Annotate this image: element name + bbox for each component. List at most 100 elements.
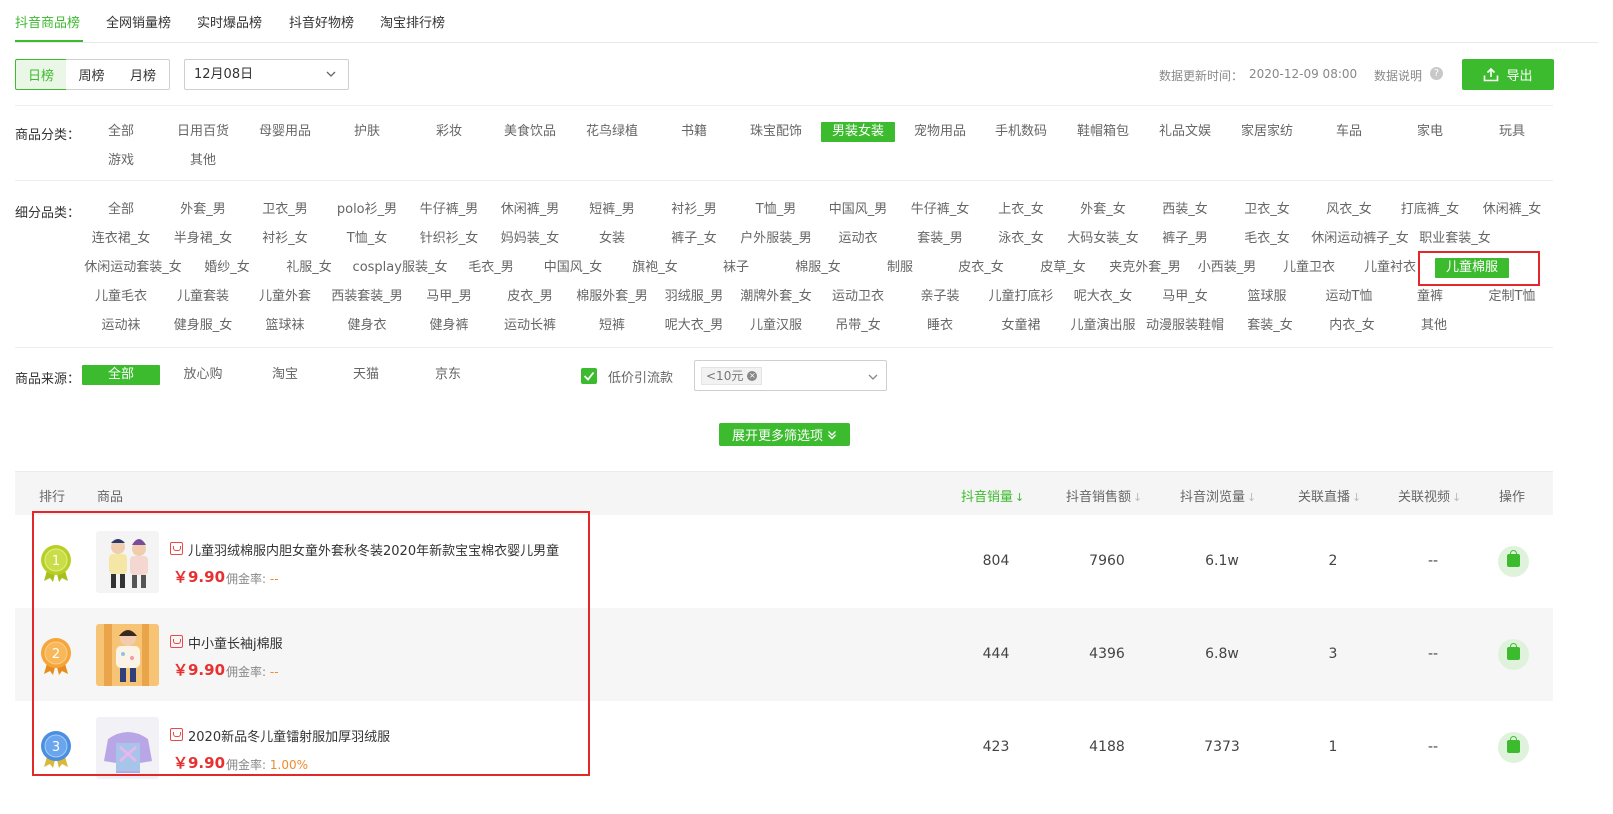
source-jd[interactable]: 京东 [435,365,461,385]
subcategory-option[interactable]: 打底裤_女 [1401,200,1460,220]
subcategory-option[interactable]: 上衣_女 [998,200,1044,220]
subcategory-option[interactable]: 裤子_女 [671,229,717,249]
subcategory-option[interactable]: 运动衣 [838,229,877,249]
help-icon[interactable]: ? [1430,67,1443,80]
category-option[interactable]: 游戏 [108,151,134,171]
subcategory-option[interactable]: 马甲_男 [426,287,472,307]
category-option[interactable]: 彩妆 [436,122,462,142]
subcategory-option[interactable]: 儿童衬衣 [1364,258,1416,278]
subcategory-option[interactable]: 婚纱_女 [204,258,250,278]
subcategory-option[interactable]: 棉服_女 [795,258,841,278]
subcategory-option[interactable]: 潮牌外套_女 [740,287,812,307]
subcategory-option[interactable]: 牛仔裤_男 [420,200,479,220]
header-sales-sort[interactable]: 抖音销量 ↓ [961,486,1024,505]
subcategory-option[interactable]: 衬衫_女 [262,229,308,249]
subcategory-option[interactable]: 儿童打底衫 [988,287,1053,307]
product-thumbnail[interactable] [96,531,159,593]
subcategory-option[interactable]: 睡衣 [927,316,953,336]
header-views-sort[interactable]: 抖音浏览量 ↓ [1180,486,1256,505]
product-title[interactable]: 儿童羽绒棉服内胆女童外套秋冬装2020年新款宝宝棉衣婴儿男童 [188,540,559,559]
subcategory-option[interactable]: 棉服外套_男 [576,287,648,307]
subcategory-option[interactable]: 短裤_男 [589,200,635,220]
tab-taobao-rank[interactable]: 淘宝排行榜 [380,12,445,31]
subcategory-option[interactable]: 儿童棉服 [1434,258,1510,278]
subcategory-option[interactable]: 童裤 [1417,287,1443,307]
table-row[interactable]: 1 儿童羽绒棉服内胆女童外套秋冬装2020年新款宝宝棉衣婴儿男童 ￥9.90 佣… [15,515,1553,608]
subcategory-option[interactable]: 卫衣_男 [262,200,308,220]
subcategory-option[interactable]: 运动袜 [101,316,140,336]
subcategory-option[interactable]: 亲子装 [920,287,959,307]
subcategory-option[interactable]: 休闲裤_男 [501,200,560,220]
subcategory-option[interactable]: 儿童套装 [177,287,229,307]
subcategory-option[interactable]: 呢大衣_男 [665,316,724,336]
period-weekly-button[interactable]: 周榜 [66,59,118,90]
subcategory-option[interactable]: 西装_女 [1162,200,1208,220]
category-option[interactable]: 珠宝配饰 [750,122,802,142]
subcategory-option[interactable]: 运动长裤 [504,316,556,336]
subcategory-option[interactable]: 女装 [599,229,625,249]
source-tmall[interactable]: 天猫 [353,365,379,385]
header-live-sort[interactable]: 关联直播 ↓ [1298,486,1361,505]
subcategory-option[interactable]: 皮衣_女 [958,258,1004,278]
tab-realtime-hot[interactable]: 实时爆品榜 [197,12,262,31]
subcategory-option[interactable]: 半身裙_女 [174,229,233,249]
subcategory-option[interactable]: 小西装_男 [1198,258,1257,278]
subcategory-option[interactable]: 职业套装_女 [1419,229,1491,249]
subcategory-option[interactable]: 儿童外套 [259,287,311,307]
subcategory-option[interactable]: 呢大衣_女 [1074,287,1133,307]
subcategory-option[interactable]: 篮球服 [1247,287,1286,307]
category-option[interactable]: 鞋帽箱包 [1077,122,1129,142]
subcategory-option[interactable]: 休闲裤_女 [1483,200,1542,220]
subcategory-option[interactable]: 吊带_女 [835,316,881,336]
source-taobao[interactable]: 淘宝 [272,365,298,385]
data-explain-link[interactable]: 数据说明 [1374,67,1422,84]
subcategory-option[interactable]: 卫衣_女 [1244,200,1290,220]
subcategory-option[interactable]: 羽绒服_男 [665,287,724,307]
subcategory-option[interactable]: 运动T恤 [1326,287,1373,307]
subcategory-option[interactable]: 连衣裙_女 [92,229,151,249]
category-option[interactable]: 美食饮品 [504,122,556,142]
price-range-select[interactable]: <10元 × [694,360,887,391]
subcategory-option[interactable]: 牛仔裤_女 [911,200,970,220]
subcategory-option[interactable]: 儿童演出服 [1070,316,1135,336]
tab-douyin-products[interactable]: 抖音商品榜 [15,12,80,31]
subcategory-option[interactable]: cosplay服装_女 [353,258,448,278]
subcategory-option[interactable]: 礼服_女 [286,258,332,278]
action-button[interactable] [1498,732,1529,763]
subcategory-option[interactable]: 定制T恤 [1489,287,1536,307]
subcategory-option[interactable]: 中国风_女 [544,258,603,278]
subcategory-option[interactable]: 健身服_女 [174,316,233,336]
subcategory-option[interactable]: 休闲运动套装_女 [84,258,182,278]
subcategory-option[interactable]: 休闲运动裤子_女 [1311,229,1409,249]
header-video-sort[interactable]: 关联视频 ↓ [1398,486,1461,505]
subcategory-option[interactable]: 儿童卫衣 [1283,258,1335,278]
category-option[interactable]: 家电 [1417,122,1443,142]
subcategory-option[interactable]: 泳衣_女 [998,229,1044,249]
header-amount-sort[interactable]: 抖音销售额 ↓ [1066,486,1142,505]
category-option[interactable]: 男装女装 [820,122,896,142]
category-option[interactable]: 家居家纺 [1241,122,1293,142]
category-option[interactable]: 母婴用品 [259,122,311,142]
subcategory-option[interactable]: 制服 [887,258,913,278]
source-fangxingou[interactable]: 放心购 [183,365,222,385]
subcategory-option[interactable]: 袜子 [723,258,749,278]
category-option[interactable]: 礼品文娱 [1159,122,1211,142]
export-button[interactable]: 导出 [1462,59,1554,90]
subcategory-option[interactable]: 其他 [1421,316,1447,336]
table-row[interactable]: 3 2020新品冬儿童镭射服加厚羽绒服 ￥9.90 佣金率: 1.00% 423… [15,701,1553,794]
subcategory-option[interactable]: 夹克外套_男 [1109,258,1181,278]
subcategory-option[interactable]: 套装_女 [1247,316,1293,336]
category-option[interactable]: 宠物用品 [914,122,966,142]
product-title[interactable]: 中小童长袖j棉服 [188,633,283,652]
subcategory-option[interactable]: 毛衣_男 [468,258,514,278]
category-option[interactable]: 车品 [1336,122,1362,142]
action-button[interactable] [1498,546,1529,577]
subcategory-option[interactable]: 妈妈装_女 [501,229,560,249]
period-monthly-button[interactable]: 月榜 [117,59,170,90]
subcategory-option[interactable]: T恤_男 [756,200,796,220]
category-option[interactable]: 其他 [190,151,216,171]
category-option[interactable]: 书籍 [681,122,707,142]
subcategory-option[interactable]: 短裤 [599,316,625,336]
subcategory-option[interactable]: 外套_女 [1080,200,1126,220]
product-title[interactable]: 2020新品冬儿童镭射服加厚羽绒服 [188,726,390,745]
